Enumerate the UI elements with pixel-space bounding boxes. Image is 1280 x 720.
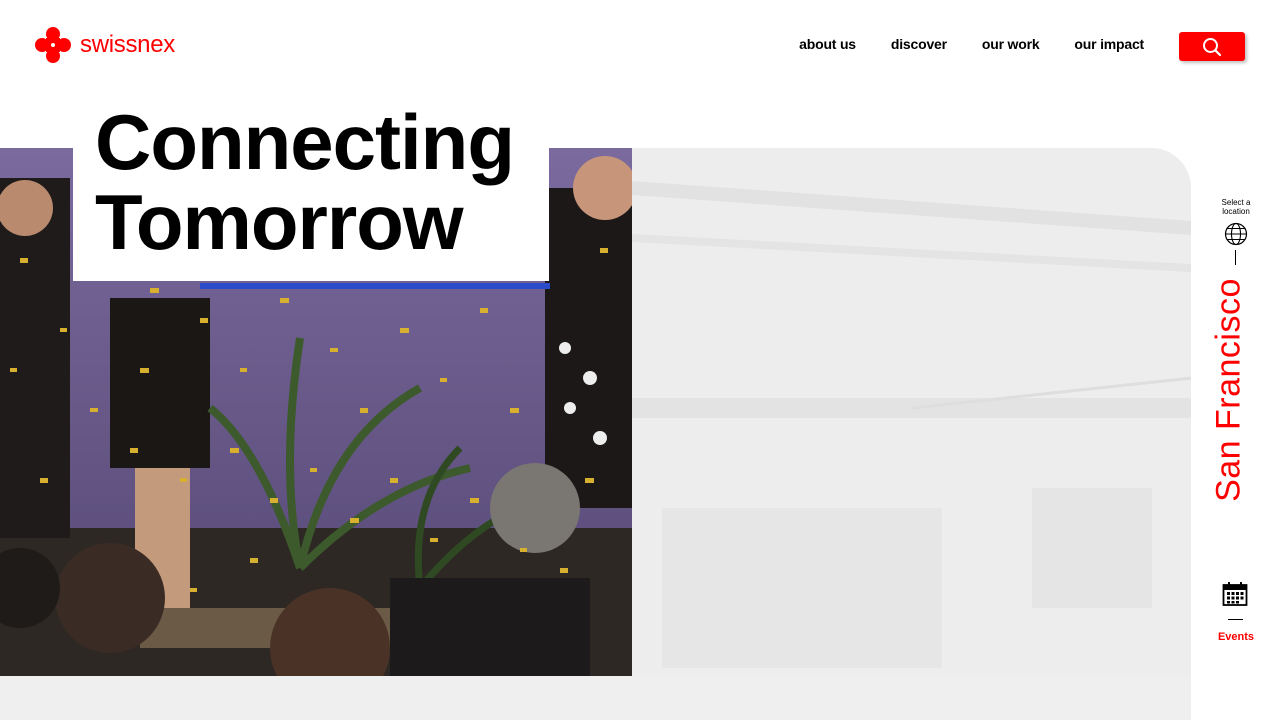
logo-text: swissnex [80,31,175,58]
search-button[interactable] [1179,32,1245,61]
search-icon [1203,37,1222,56]
sidebar-divider-2 [1228,619,1243,620]
section-divider-band [0,676,1191,720]
nav-discover[interactable]: discover [891,36,947,52]
logo[interactable]: swissnex [34,26,175,64]
hero-headline: Connecting Tomorrow [95,98,515,266]
calendar-icon[interactable] [1222,581,1248,607]
current-city[interactable]: San Francisco [1210,278,1249,502]
sidebar-divider [1235,250,1236,265]
hero-location-photo [632,148,1191,676]
swissnex-logo-icon [35,27,71,63]
events-link[interactable]: Events [1205,631,1267,643]
hero-headline-box: Connecting Tomorrow [73,100,549,281]
nav-our-work[interactable]: our work [982,36,1040,52]
hero-headline-line-2: Tomorrow [95,178,464,266]
select-location-label[interactable]: Select a location [1211,198,1261,216]
globe-icon[interactable] [1224,222,1248,246]
hero-location-illustration [632,148,1191,676]
main-nav: about us discover our work our impact [799,36,1144,52]
nav-our-impact[interactable]: our impact [1074,36,1144,52]
nav-about-us[interactable]: about us [799,36,856,52]
hero-headline-line-1: Connecting [95,98,515,186]
site-header: swissnex about us discover our work our … [0,0,1280,90]
